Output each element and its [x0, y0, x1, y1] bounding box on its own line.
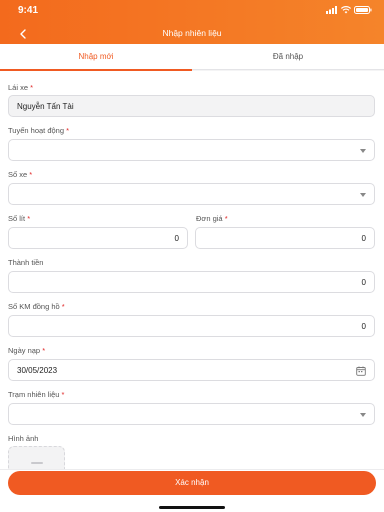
liters-label: Số lít * — [8, 214, 31, 223]
status-bar: 9:41 — [0, 0, 384, 22]
home-indicator — [159, 506, 225, 509]
calendar-icon[interactable] — [356, 366, 366, 376]
odometer-input[interactable]: 0 — [8, 315, 375, 337]
driver-field: Nguyễn Tấn Tài — [8, 95, 375, 117]
tab-new-entry[interactable]: Nhập mới — [0, 44, 192, 71]
vehicle-select[interactable] — [8, 183, 375, 205]
footer: Xác nhận — [0, 469, 384, 512]
tab-entered[interactable]: Đã nhập — [192, 44, 384, 70]
liters-input[interactable]: 0 — [8, 227, 188, 249]
status-time: 9:41 — [18, 5, 39, 16]
total-input[interactable]: 0 — [8, 271, 375, 293]
dropdown-caret-icon — [360, 193, 366, 197]
unit-price-input[interactable]: 0 — [195, 227, 375, 249]
dropdown-caret-icon — [360, 413, 366, 417]
route-label: Tuyến hoạt động * — [8, 126, 70, 135]
add-image-button[interactable] — [8, 446, 65, 469]
battery-icon — [354, 6, 372, 14]
unit-price-label: Đơn giá * — [196, 214, 228, 223]
route-select[interactable] — [8, 139, 375, 161]
tab-bar: Nhập mới Đã nhập — [0, 44, 384, 71]
driver-label: Lái xe * — [8, 83, 34, 92]
vehicle-label: Số xe * — [8, 170, 33, 179]
total-label: Thành tiền — [8, 258, 44, 267]
nav-bar: Nhập nhiên liệu — [0, 24, 384, 44]
signal-icon — [326, 6, 337, 14]
image-placeholder-icon — [31, 462, 43, 464]
status-icons — [326, 6, 372, 14]
confirm-button[interactable]: Xác nhận — [8, 471, 376, 495]
dropdown-caret-icon — [360, 149, 366, 153]
station-label: Trạm nhiên liệu * — [8, 390, 65, 399]
app-header: 9:41 Nhập nhiên liệu — [0, 0, 384, 44]
date-input[interactable]: 30/05/2023 — [8, 359, 375, 381]
date-label: Ngày nạp * — [8, 346, 46, 355]
station-select[interactable] — [8, 403, 375, 425]
wifi-icon — [341, 6, 351, 14]
driver-value: Nguyễn Tấn Tài — [17, 102, 74, 111]
odometer-label: Số KM đồng hồ * — [8, 302, 65, 311]
images-label: Hình ảnh — [8, 434, 39, 443]
page-title: Nhập nhiên liệu — [162, 28, 222, 38]
